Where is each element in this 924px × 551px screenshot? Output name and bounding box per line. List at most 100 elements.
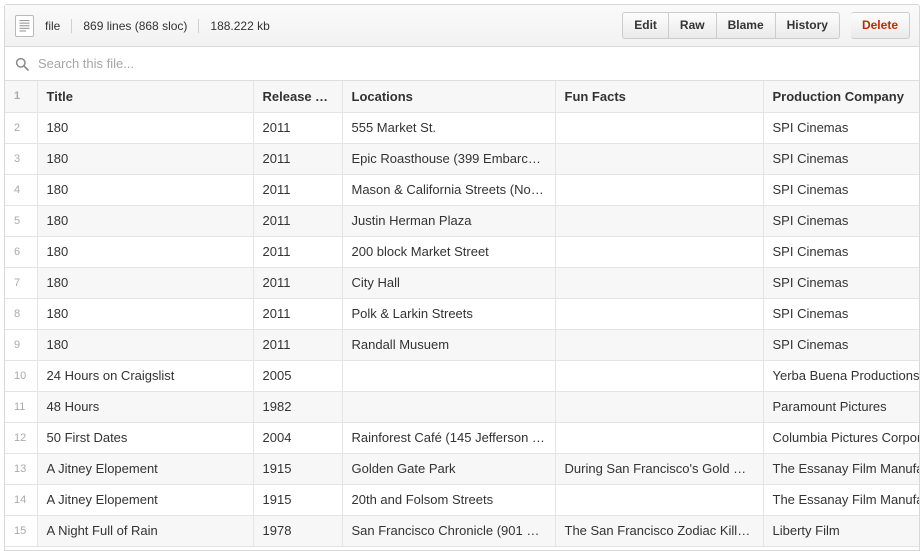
raw-button[interactable]: Raw bbox=[669, 12, 717, 39]
cell-production-company: SPI Cinemas bbox=[763, 143, 919, 174]
table-row[interactable]: 14A Jitney Elopement191520th and Folsom … bbox=[5, 484, 919, 515]
document-icon bbox=[15, 15, 34, 37]
line-number: 15 bbox=[5, 515, 37, 546]
line-number: 1 bbox=[5, 81, 37, 112]
csv-table: 1 Title Release Year Locations Fun Facts… bbox=[5, 81, 919, 547]
blame-button[interactable]: Blame bbox=[717, 12, 776, 39]
cell-title: A Jitney Elopement bbox=[37, 484, 253, 515]
search-input[interactable] bbox=[38, 56, 909, 71]
cell-title: 180 bbox=[37, 143, 253, 174]
cell-title: 180 bbox=[37, 236, 253, 267]
cell-release-year: 2011 bbox=[253, 329, 342, 360]
cell-locations: City Hall bbox=[342, 267, 555, 298]
cell-production-company: SPI Cinemas bbox=[763, 205, 919, 236]
cell-release-year: 2011 bbox=[253, 267, 342, 298]
cell-fun-facts bbox=[555, 329, 763, 360]
cell-title: 180 bbox=[37, 112, 253, 143]
file-container: file 869 lines (868 sloc) 188.222 kb Edi… bbox=[4, 4, 920, 551]
cell-fun-facts bbox=[555, 236, 763, 267]
cell-fun-facts bbox=[555, 174, 763, 205]
table-row[interactable]: 51802011Justin Herman PlazaSPI Cinemas bbox=[5, 205, 919, 236]
column-header-release-year[interactable]: Release Year bbox=[253, 81, 342, 112]
cell-fun-facts bbox=[555, 360, 763, 391]
cell-fun-facts bbox=[555, 484, 763, 515]
cell-locations: Justin Herman Plaza bbox=[342, 205, 555, 236]
csv-table-scroll-region[interactable]: 1 Title Release Year Locations Fun Facts… bbox=[5, 81, 919, 551]
cell-title: 24 Hours on Craigslist bbox=[37, 360, 253, 391]
meta-divider-1 bbox=[71, 19, 72, 33]
cell-production-company: SPI Cinemas bbox=[763, 112, 919, 143]
edit-button[interactable]: Edit bbox=[622, 12, 669, 39]
search-icon bbox=[15, 57, 29, 71]
delete-button[interactable]: Delete bbox=[851, 12, 910, 39]
cell-production-company: SPI Cinemas bbox=[763, 236, 919, 267]
line-number: 6 bbox=[5, 236, 37, 267]
cell-production-company: SPI Cinemas bbox=[763, 174, 919, 205]
column-header-locations[interactable]: Locations bbox=[342, 81, 555, 112]
table-row[interactable]: 61802011200 block Market Street SPI Cinem… bbox=[5, 236, 919, 267]
cell-title: 180 bbox=[37, 298, 253, 329]
cell-locations: Mason & California Streets (Nob Hill) bbox=[342, 174, 555, 205]
cell-release-year: 1915 bbox=[253, 453, 342, 484]
table-row[interactable]: 71802011City Hall SPI Cinemas bbox=[5, 267, 919, 298]
cell-locations bbox=[342, 360, 555, 391]
cell-release-year: 2011 bbox=[253, 298, 342, 329]
cell-title: 180 bbox=[37, 267, 253, 298]
file-name-label: file bbox=[45, 19, 60, 33]
cell-release-year: 2004 bbox=[253, 422, 342, 453]
cell-production-company: The Essanay Film Manufacturing Company bbox=[763, 484, 919, 515]
line-number: 14 bbox=[5, 484, 37, 515]
cell-fun-facts bbox=[555, 422, 763, 453]
cell-production-company: Yerba Buena Productions bbox=[763, 360, 919, 391]
column-header-fun-facts[interactable]: Fun Facts bbox=[555, 81, 763, 112]
cell-title: A Jitney Elopement bbox=[37, 453, 253, 484]
cell-fun-facts bbox=[555, 391, 763, 422]
cell-release-year: 2011 bbox=[253, 236, 342, 267]
cell-production-company: SPI Cinemas bbox=[763, 267, 919, 298]
line-number: 13 bbox=[5, 453, 37, 484]
cell-fun-facts bbox=[555, 267, 763, 298]
cell-fun-facts bbox=[555, 143, 763, 174]
meta-divider-2 bbox=[198, 19, 199, 33]
table-row[interactable]: 31802011Epic Roasthouse (399 Embarcade…S… bbox=[5, 143, 919, 174]
line-number: 2 bbox=[5, 112, 37, 143]
table-row[interactable]: 81802011Polk & Larkin StreetsSPI Cinemas bbox=[5, 298, 919, 329]
cell-fun-facts bbox=[555, 112, 763, 143]
table-row[interactable]: 1250 First Dates2004Rainforest Café (145… bbox=[5, 422, 919, 453]
column-header-title[interactable]: Title bbox=[37, 81, 253, 112]
cell-release-year: 2005 bbox=[253, 360, 342, 391]
cell-production-company: The Essanay Film Manufacturing Company bbox=[763, 453, 919, 484]
cell-title: 180 bbox=[37, 329, 253, 360]
cell-locations: Rainforest Café (145 Jefferson Str… bbox=[342, 422, 555, 453]
table-row[interactable]: 15A Night Full of Rain1978San Francisco … bbox=[5, 515, 919, 546]
line-number: 7 bbox=[5, 267, 37, 298]
cell-release-year: 1978 bbox=[253, 515, 342, 546]
cell-locations: 200 block Market Street bbox=[342, 236, 555, 267]
table-row[interactable]: 41802011Mason & California Streets (Nob … bbox=[5, 174, 919, 205]
cell-locations: Golden Gate Park bbox=[342, 453, 555, 484]
table-row[interactable]: 1148 Hours1982Paramount Pictures bbox=[5, 391, 919, 422]
table-row[interactable]: 1024 Hours on Craigslist2005Yerba Buena … bbox=[5, 360, 919, 391]
line-number: 9 bbox=[5, 329, 37, 360]
cell-production-company: SPI Cinemas bbox=[763, 298, 919, 329]
table-row[interactable]: 13A Jitney Elopement1915Golden Gate Park… bbox=[5, 453, 919, 484]
column-header-production-company[interactable]: Production Company bbox=[763, 81, 919, 112]
table-row[interactable]: 21802011555 Market St.SPI Cinemas bbox=[5, 112, 919, 143]
cell-fun-facts: The San Francisco Zodiac Killer of… bbox=[555, 515, 763, 546]
line-number: 5 bbox=[5, 205, 37, 236]
cell-locations: Polk & Larkin Streets bbox=[342, 298, 555, 329]
history-button[interactable]: History bbox=[776, 12, 840, 39]
cell-title: A Night Full of Rain bbox=[37, 515, 253, 546]
line-count-label: 869 lines (868 sloc) bbox=[83, 19, 187, 33]
cell-title: 180 bbox=[37, 174, 253, 205]
cell-production-company: Paramount Pictures bbox=[763, 391, 919, 422]
table-row[interactable]: 91802011Randall MusuemSPI Cinemas bbox=[5, 329, 919, 360]
cell-fun-facts bbox=[555, 205, 763, 236]
cell-fun-facts: During San Francisco's Gold Rush… bbox=[555, 453, 763, 484]
cell-release-year: 2011 bbox=[253, 112, 342, 143]
cell-production-company: Liberty Film bbox=[763, 515, 919, 546]
line-number: 12 bbox=[5, 422, 37, 453]
file-toolbar: file 869 lines (868 sloc) 188.222 kb Edi… bbox=[5, 5, 919, 47]
cell-locations: 20th and Folsom Streets bbox=[342, 484, 555, 515]
search-bar[interactable] bbox=[5, 47, 919, 81]
